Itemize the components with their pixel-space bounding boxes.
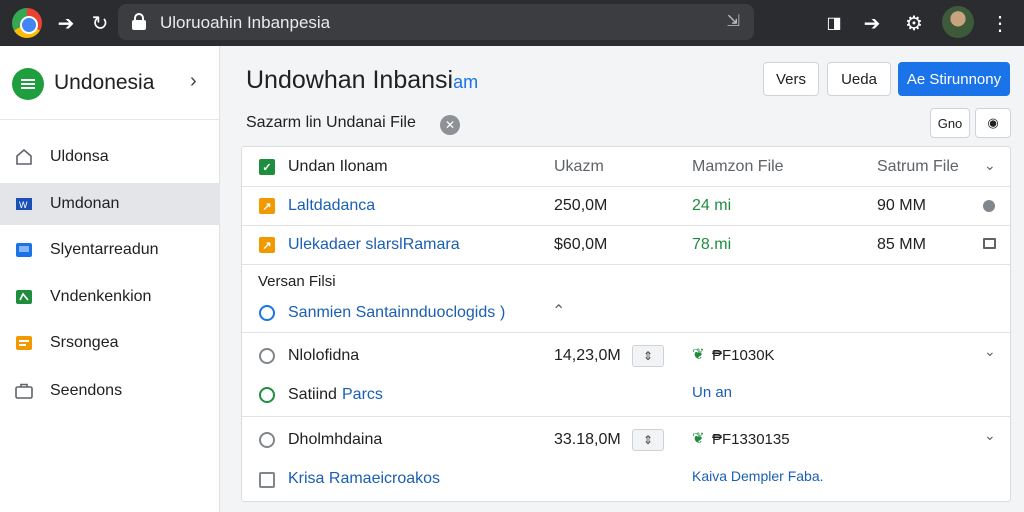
chevron-up-icon[interactable]: ⌃ bbox=[552, 301, 565, 321]
lock-icon bbox=[132, 13, 146, 30]
entry-name[interactable]: Dholmhdaina bbox=[288, 431, 382, 449]
file-size: 250,0M bbox=[554, 197, 608, 214]
page-title-text: Undowhan Inbansi bbox=[246, 66, 454, 94]
url-text[interactable]: Uloruoahin Inbanpesia bbox=[160, 13, 330, 33]
sidebar-item-label: Uldonsa bbox=[50, 148, 109, 165]
status-dot-icon[interactable] bbox=[983, 200, 995, 212]
sidebar-item-srsongea[interactable]: Srsongea bbox=[0, 322, 220, 364]
file-right-value: 85 MM bbox=[877, 236, 926, 253]
browser-logo-icon[interactable] bbox=[12, 8, 42, 38]
entry-value: ₱F1030K bbox=[712, 347, 775, 364]
quantity-stepper[interactable]: ⇕ bbox=[632, 345, 664, 367]
green-sheet-icon: ✓ bbox=[259, 159, 275, 175]
file-extra: 24 mi bbox=[692, 197, 732, 214]
blue-file-icon: W bbox=[14, 194, 34, 214]
plant-icon: ❦ bbox=[692, 430, 705, 447]
entry-value: ₱F1330135 bbox=[712, 431, 790, 448]
section-link-tail: ) bbox=[500, 304, 506, 321]
sidebar-item-slyentarreadun[interactable]: Slyentarreadun bbox=[0, 229, 220, 271]
table-row[interactable]: ↗ Ulekadaer slarslRamara $60,0M 78.mi 85… bbox=[242, 226, 1010, 265]
column-header-status[interactable]: Satrum File bbox=[877, 158, 959, 176]
cast-icon[interactable]: ⇲ bbox=[727, 11, 740, 31]
entry-sub-link[interactable]: Parcs bbox=[342, 386, 383, 404]
entry-name[interactable]: Nlolofidna bbox=[288, 347, 359, 365]
chevron-down-icon[interactable]: ⌄ bbox=[984, 427, 996, 444]
entry-sub-label: Satiind bbox=[288, 386, 337, 403]
orange-file-icon bbox=[14, 333, 34, 353]
file-name[interactable]: Laltdadanca bbox=[288, 197, 375, 215]
primary-action-button[interactable]: Ae Stirunnony bbox=[898, 62, 1010, 96]
sidebar-item-label: Srsongea bbox=[50, 334, 119, 351]
sidebar-item-label: Vndenkenkion bbox=[50, 288, 152, 305]
briefcase-icon bbox=[14, 381, 34, 401]
app-menu-icon[interactable] bbox=[12, 68, 44, 100]
profile-avatar[interactable] bbox=[942, 6, 974, 38]
sidebar: Undonesia › Uldonsa W Umdonan Slyentarre… bbox=[0, 46, 220, 512]
window-icon[interactable] bbox=[983, 238, 996, 249]
column-header-file[interactable]: Mamzon File bbox=[692, 158, 784, 176]
settings-gear-icon[interactable]: ⚙ bbox=[900, 9, 928, 37]
table-row[interactable]: ↗ Laltdadanca 250,0M 24 mi 90 MM bbox=[242, 187, 1010, 226]
clock-icon bbox=[259, 432, 275, 448]
ueda-button[interactable]: Ueda bbox=[827, 62, 891, 96]
section-label: Versan Filsi bbox=[258, 273, 336, 290]
file-name[interactable]: Ulekadaer slarslRamara bbox=[288, 236, 460, 254]
svg-text:W: W bbox=[19, 200, 28, 210]
chevron-down-icon[interactable]: ⌄ bbox=[984, 157, 996, 174]
vers-button[interactable]: Vers bbox=[763, 62, 819, 96]
entry-sub-value[interactable]: Un an bbox=[692, 384, 732, 401]
chevron-down-icon[interactable]: ⌄ bbox=[984, 343, 996, 360]
sidebar-item-label: Seendons bbox=[50, 382, 123, 399]
entry-sub-value[interactable]: Kaiva Dempler Faba. bbox=[692, 468, 824, 484]
check-circle-icon bbox=[259, 387, 275, 403]
green-file-icon bbox=[14, 287, 34, 307]
chevron-right-icon[interactable]: › bbox=[190, 70, 197, 93]
file-right-value: 90 MM bbox=[877, 197, 926, 214]
sidebar-header: Undonesia › bbox=[0, 46, 220, 120]
plant-icon: ❦ bbox=[692, 346, 705, 363]
sidebar-item-seendons[interactable]: Seendons bbox=[0, 370, 220, 412]
refresh-icon[interactable]: ◉ bbox=[975, 108, 1011, 138]
address-bar[interactable]: Uloruoahin Inbanpesia ⇲ bbox=[118, 4, 754, 40]
entry-size: 33.18,0M bbox=[554, 431, 621, 448]
small-filter-button[interactable]: Gno bbox=[930, 108, 970, 138]
info-circle-icon bbox=[259, 305, 275, 321]
sidebar-item-umdonan[interactable]: W Umdonan bbox=[0, 183, 220, 225]
table-header-row: ✓ Undan Ilonam Ukazm Mamzon File Satrum … bbox=[242, 147, 1010, 187]
file-table: ✓ Undan Ilonam Ukazm Mamzon File Satrum … bbox=[241, 146, 1011, 502]
section-subtitle: Sazarm lin Undanai File bbox=[246, 114, 416, 131]
page-title: Undowhan Inbansiam bbox=[246, 66, 478, 95]
share-arrow-icon[interactable]: ➔ bbox=[858, 9, 886, 37]
version-section: Versan Filsi Sanmien Santainnduoclogids … bbox=[242, 265, 1010, 333]
sidebar-item-uldonsa[interactable]: Uldonsa bbox=[0, 136, 220, 178]
tab-search-icon[interactable]: ◨ bbox=[820, 9, 848, 37]
file-size: $60,0M bbox=[554, 236, 608, 253]
file-extra: 78.mi bbox=[692, 236, 732, 253]
sidebar-title: Undonesia bbox=[54, 71, 155, 94]
sidebar-item-vndenkenkion[interactable]: Vndenkenkion bbox=[0, 276, 220, 318]
clear-icon[interactable]: ✕ bbox=[440, 115, 460, 135]
forward-arrow-icon[interactable]: ➔ bbox=[52, 9, 80, 37]
browser-toolbar: ➔ ↻ Uloruoahin Inbanpesia ⇲ ◨ ➔ ⚙ ⋮ bbox=[0, 0, 1024, 46]
column-header-size[interactable]: Ukazm bbox=[554, 158, 604, 176]
sidebar-item-label: Slyentarreadun bbox=[50, 241, 159, 258]
clock-icon bbox=[259, 348, 275, 364]
list-item[interactable]: Dholmhdaina 33.18,0M ⇕ ❦ ₱F1330135 ⌄ Kri… bbox=[242, 417, 1010, 501]
quantity-stepper[interactable]: ⇕ bbox=[632, 429, 664, 451]
page-title-tail: am bbox=[453, 72, 479, 92]
home-icon bbox=[14, 147, 34, 167]
checkbox[interactable] bbox=[259, 472, 275, 488]
sidebar-item-label: Umdonan bbox=[50, 195, 120, 212]
more-menu-icon[interactable]: ⋮ bbox=[986, 9, 1014, 37]
column-header-name[interactable]: Undan Ilonam bbox=[288, 158, 388, 176]
entry-size: 14,23,0M bbox=[554, 347, 621, 364]
reload-icon[interactable]: ↻ bbox=[86, 9, 114, 37]
section-link[interactable]: Sanmien Santainnduoclogids bbox=[288, 304, 495, 322]
list-item[interactable]: Nlolofidna 14,23,0M ⇕ ❦ ₱F1030K ⌄ Satiin… bbox=[242, 333, 1010, 417]
orange-file-icon: ↗ bbox=[259, 237, 275, 253]
entry-sub-link[interactable]: Krisa Ramaeicroakos bbox=[288, 470, 440, 488]
orange-file-icon: ↗ bbox=[259, 198, 275, 214]
blue-square-icon bbox=[14, 240, 34, 260]
